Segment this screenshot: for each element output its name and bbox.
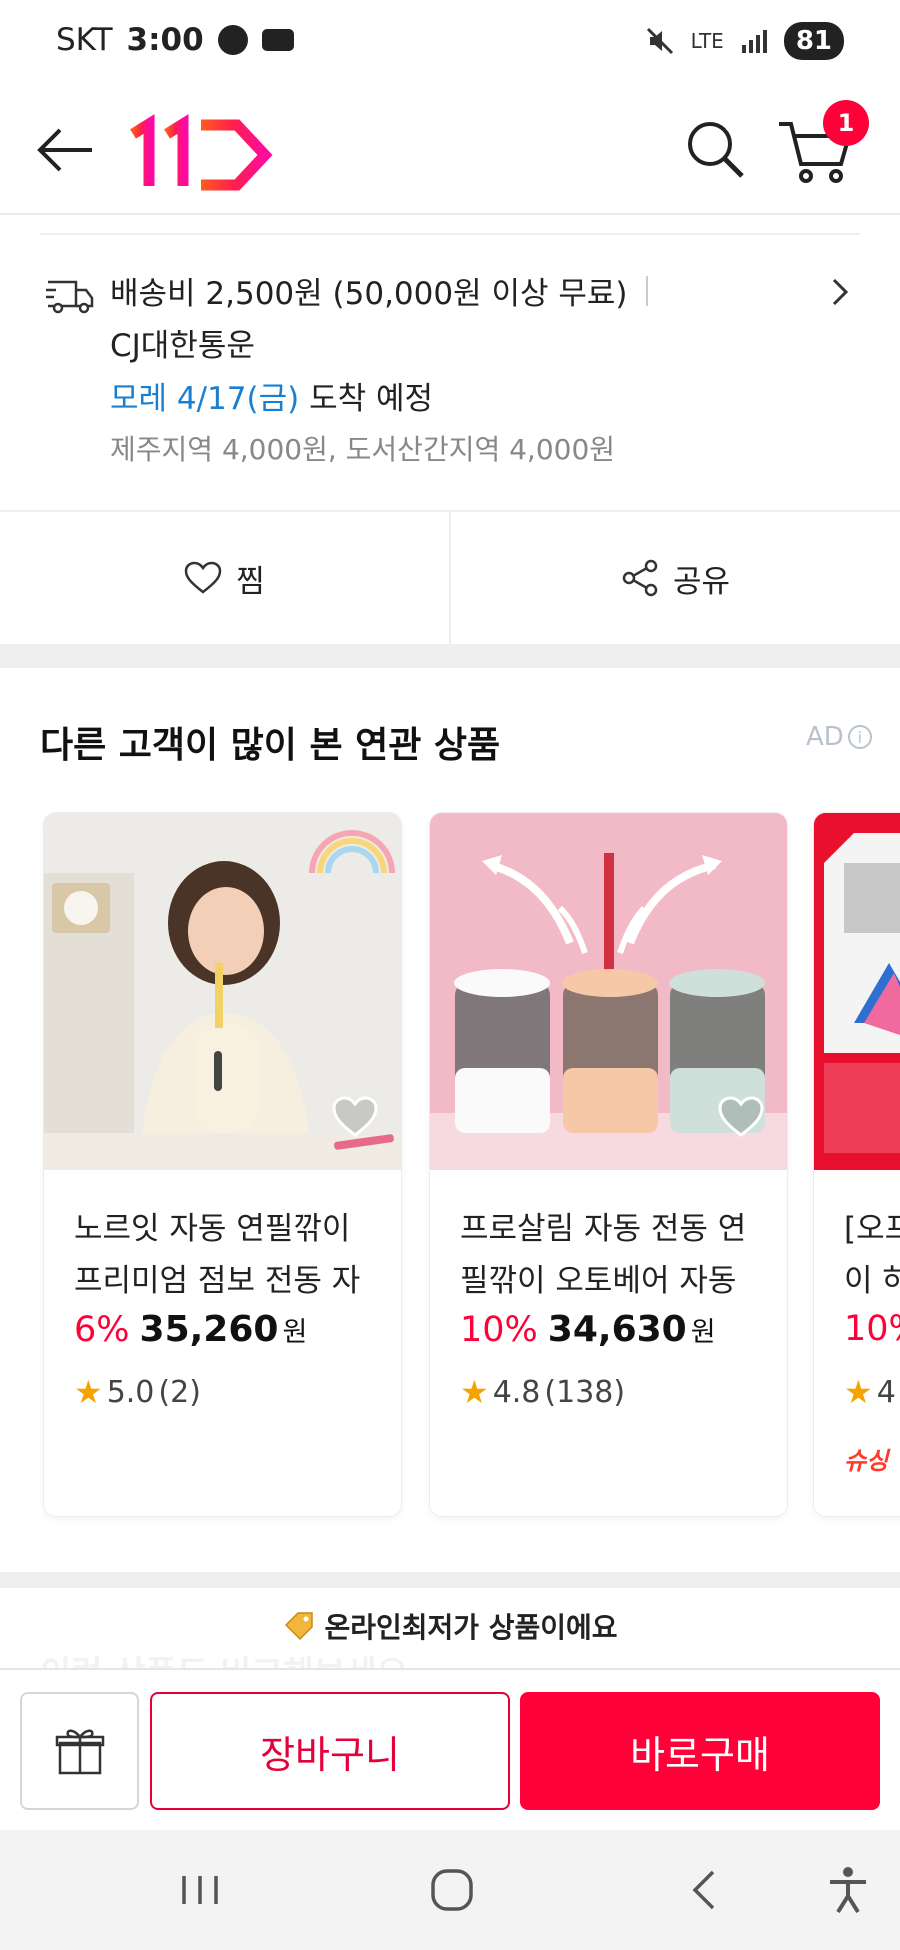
extra-shipping-fee: 제주지역 4,000원, 도서산간지역 4,000원	[110, 433, 616, 466]
product-name: 프로살림 자동 전동 연 필깎이 오토베어 자동	[460, 1203, 770, 1307]
rating-value: 5.0	[106, 1374, 155, 1410]
mute-icon	[646, 27, 673, 55]
star-icon: ★	[74, 1373, 103, 1411]
product-name-line: 필깎이 오토베어 자동	[460, 1263, 737, 1299]
lowest-price-banner: 이런 상품도 비교해보세요 온라인최저가 상품이에요	[0, 1588, 900, 1694]
recent-apps-icon[interactable]	[170, 1860, 230, 1920]
product-rating: ★ 4.8 (138)	[460, 1373, 625, 1411]
star-icon: ★	[460, 1373, 489, 1411]
product-name: 노르잇 자동 연필깎이 프리미엄 점보 전동 자	[74, 1203, 384, 1307]
rating-value: 4.8	[492, 1374, 541, 1410]
arrival-date: 모레 4/17(금)	[110, 381, 300, 417]
discount-rate: 10%	[844, 1309, 900, 1349]
clock: 3:00	[126, 22, 204, 58]
product-price: 6% 35,260 원	[74, 1309, 307, 1350]
shipping-fee-text: 배송비 2,500원 (50,000원 이상 무료)	[110, 276, 628, 312]
product-price: 10% 34,630 원	[460, 1309, 716, 1350]
product-card[interactable]: [오프 이 하 10% ★ 4 슈싱	[814, 813, 900, 1516]
accessibility-icon[interactable]	[818, 1860, 878, 1920]
product-name-line: 이 하	[844, 1263, 900, 1299]
review-count: (2)	[158, 1374, 201, 1410]
product-price: 10%	[844, 1309, 900, 1349]
system-nav-bar	[0, 1830, 900, 1950]
wish-button[interactable]: 찜	[0, 512, 449, 644]
section-divider	[0, 1572, 900, 1588]
price-tag-icon	[285, 1612, 314, 1641]
action-row: 찜 공유	[0, 510, 900, 644]
share-button[interactable]: 공유	[449, 512, 900, 644]
arrival-suffix: 도착 예정	[299, 381, 434, 417]
share-icon	[622, 559, 658, 597]
voicemail-icon	[261, 29, 294, 51]
discount-rate: 6%	[74, 1310, 130, 1350]
cart-count-badge: 1	[823, 100, 869, 146]
product-rating: ★ 5.0 (2)	[74, 1373, 201, 1411]
system-back-icon[interactable]	[675, 1860, 735, 1920]
lowest-price-text: 온라인최저가 상품이에요	[324, 1611, 618, 1644]
top-header	[0, 90, 900, 215]
home-icon[interactable]	[422, 1860, 482, 1920]
product-card[interactable]: 노르잇 자동 연필깎이 프리미엄 점보 전동 자 6% 35,260 원 ★ 5…	[44, 813, 401, 1516]
currency-unit: 원	[282, 1317, 308, 1348]
product-name-line: 프리미엄 점보 전동 자	[74, 1263, 361, 1299]
brand-logo[interactable]	[125, 108, 275, 198]
buy-now-button[interactable]: 바로구매	[520, 1692, 880, 1810]
back-arrow-icon[interactable]	[34, 118, 98, 182]
product-name: [오프 이 하	[844, 1203, 900, 1307]
rating-value: 4	[876, 1374, 896, 1410]
heart-outline-icon	[184, 561, 222, 594]
info-icon: i	[847, 725, 872, 749]
chevron-right-icon[interactable]	[820, 272, 860, 312]
delivery-truck-icon	[46, 280, 94, 314]
separator	[645, 275, 648, 306]
courier-name: CJ대한통운	[110, 328, 255, 364]
carrier-label: SKT	[56, 22, 113, 58]
battery-badge: 81	[783, 22, 844, 60]
heart-outline-icon[interactable]	[331, 1095, 379, 1139]
product-card[interactable]: 프로살림 자동 전동 연 필깎이 오토베어 자동 10% 34,630 원 ★ …	[430, 813, 787, 1516]
lowest-price-notice: 온라인최저가 상품이에요	[0, 1606, 900, 1646]
section-title: 다른 고객이 많이 본 연관 상품	[40, 725, 501, 766]
product-name-line: [오프	[844, 1211, 900, 1247]
wish-label: 찜	[236, 563, 265, 600]
ad-label: AD	[806, 722, 844, 752]
gift-button[interactable]	[20, 1692, 139, 1810]
ad-indicator[interactable]: AD i	[806, 722, 872, 752]
product-rating: ★ 4	[844, 1373, 896, 1411]
share-label: 공유	[672, 563, 731, 600]
review-count: (138)	[544, 1374, 626, 1410]
divider	[40, 233, 860, 235]
purchase-bar: 장바구니 바로구매	[0, 1668, 900, 1828]
sync-icon	[217, 25, 248, 55]
signal-icon	[741, 30, 767, 53]
price-value: 35,260	[139, 1309, 279, 1350]
product-name-line: 프로살림 자동 전동 연	[460, 1211, 747, 1247]
discount-rate: 10%	[460, 1310, 538, 1350]
gift-icon	[55, 1729, 104, 1775]
star-icon: ★	[844, 1373, 873, 1411]
network-label: LTE	[690, 29, 724, 53]
search-icon[interactable]	[682, 116, 748, 182]
price-value: 34,630	[547, 1309, 687, 1350]
product-name-line: 노르잇 자동 연필깎이	[74, 1211, 351, 1247]
arrival-estimate: 모레 4/17(금) 도착 예정	[110, 373, 433, 418]
section-divider	[0, 644, 900, 668]
product-image	[814, 813, 900, 1170]
status-left: SKT 3:00	[56, 22, 294, 58]
status-right: LTE 81	[645, 22, 844, 60]
heart-outline-icon[interactable]	[717, 1095, 765, 1139]
promo-tag: 슈싱	[844, 1447, 889, 1475]
status-bar: SKT 3:00 LTE 81	[0, 0, 900, 90]
shipping-fee: 배송비 2,500원 (50,000원 이상 무료)	[110, 268, 648, 313]
currency-unit: 원	[690, 1317, 716, 1348]
add-to-cart-button[interactable]: 장바구니	[150, 1692, 510, 1810]
